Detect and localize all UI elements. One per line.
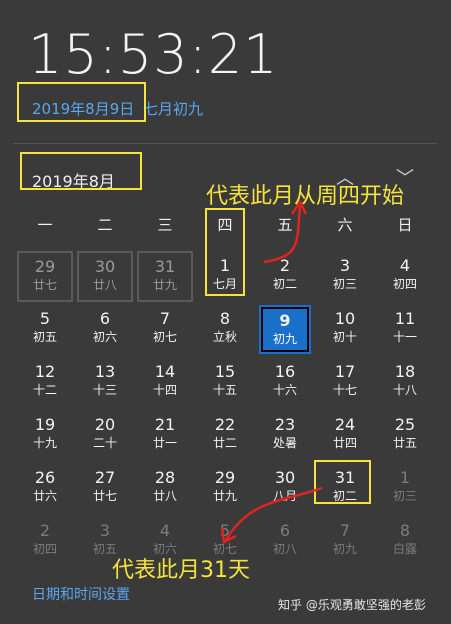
watermark: 知乎 @乐观勇敢坚强的老彭: [278, 598, 426, 612]
date-time-settings-link[interactable]: 日期和时间设置: [32, 584, 130, 604]
arrow-annotation: [220, 199, 323, 544]
calendar-flyout: 15:53:21 2019年8月9日 七月初九 2019年8月 ︿ ﹀ 一 二 …: [0, 0, 451, 624]
